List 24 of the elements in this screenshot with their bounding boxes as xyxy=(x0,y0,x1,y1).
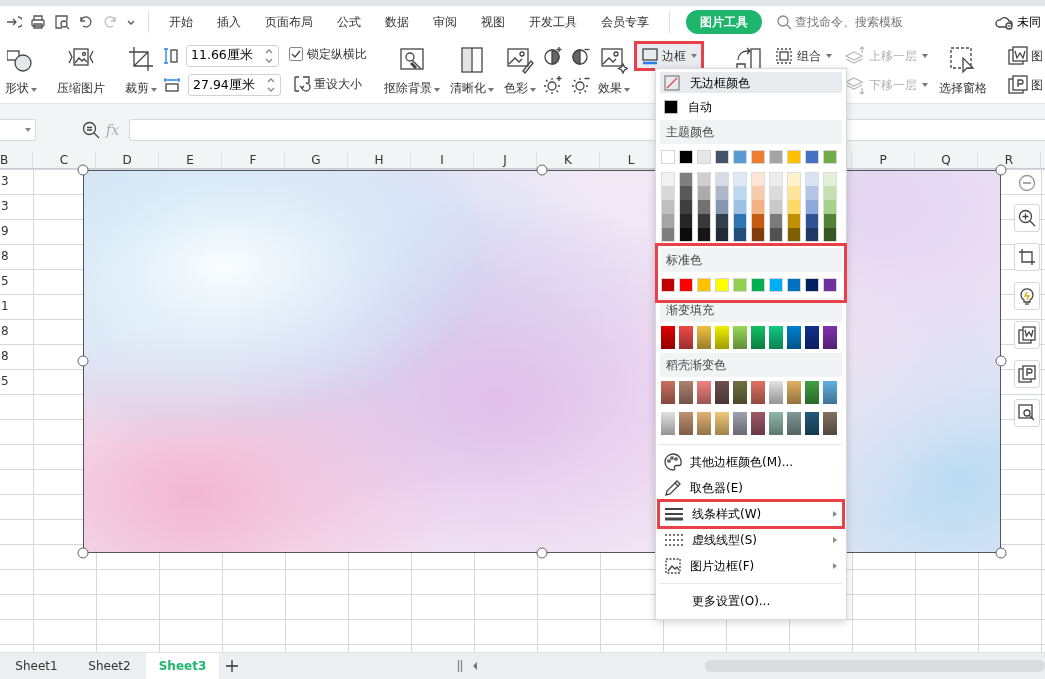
function-label: fx xyxy=(106,120,120,140)
table-cell-text: 8 xyxy=(0,323,10,340)
column-header: I xyxy=(411,152,474,168)
table-cell-text: 8 xyxy=(0,348,10,365)
column-header: J xyxy=(474,152,537,168)
section-heading: 稻壳渐变色 xyxy=(660,353,842,377)
column-header: B xyxy=(0,152,33,168)
table-cell-text: 3 xyxy=(0,173,10,190)
table-cell-text: 5 xyxy=(0,273,10,290)
section-heading: 标准色 xyxy=(660,248,842,272)
column-header: D xyxy=(96,152,159,168)
table-cell-text: 9 xyxy=(0,223,10,240)
column-header: G xyxy=(285,152,348,168)
column-header: E xyxy=(159,152,222,168)
column-header: F xyxy=(222,152,285,168)
table-cell-text: 5 xyxy=(0,373,10,390)
table-cell-text: 8 xyxy=(0,248,10,265)
checkbox-label: 锁定纵横比 xyxy=(307,46,367,64)
table-cell-text: 3 xyxy=(0,198,10,215)
table-cell-text: 1 xyxy=(0,298,10,315)
column-header: P xyxy=(852,152,915,168)
section-heading: 主题颜色 xyxy=(660,120,842,144)
column-header: H xyxy=(348,152,411,168)
column-header: Q xyxy=(915,152,978,168)
